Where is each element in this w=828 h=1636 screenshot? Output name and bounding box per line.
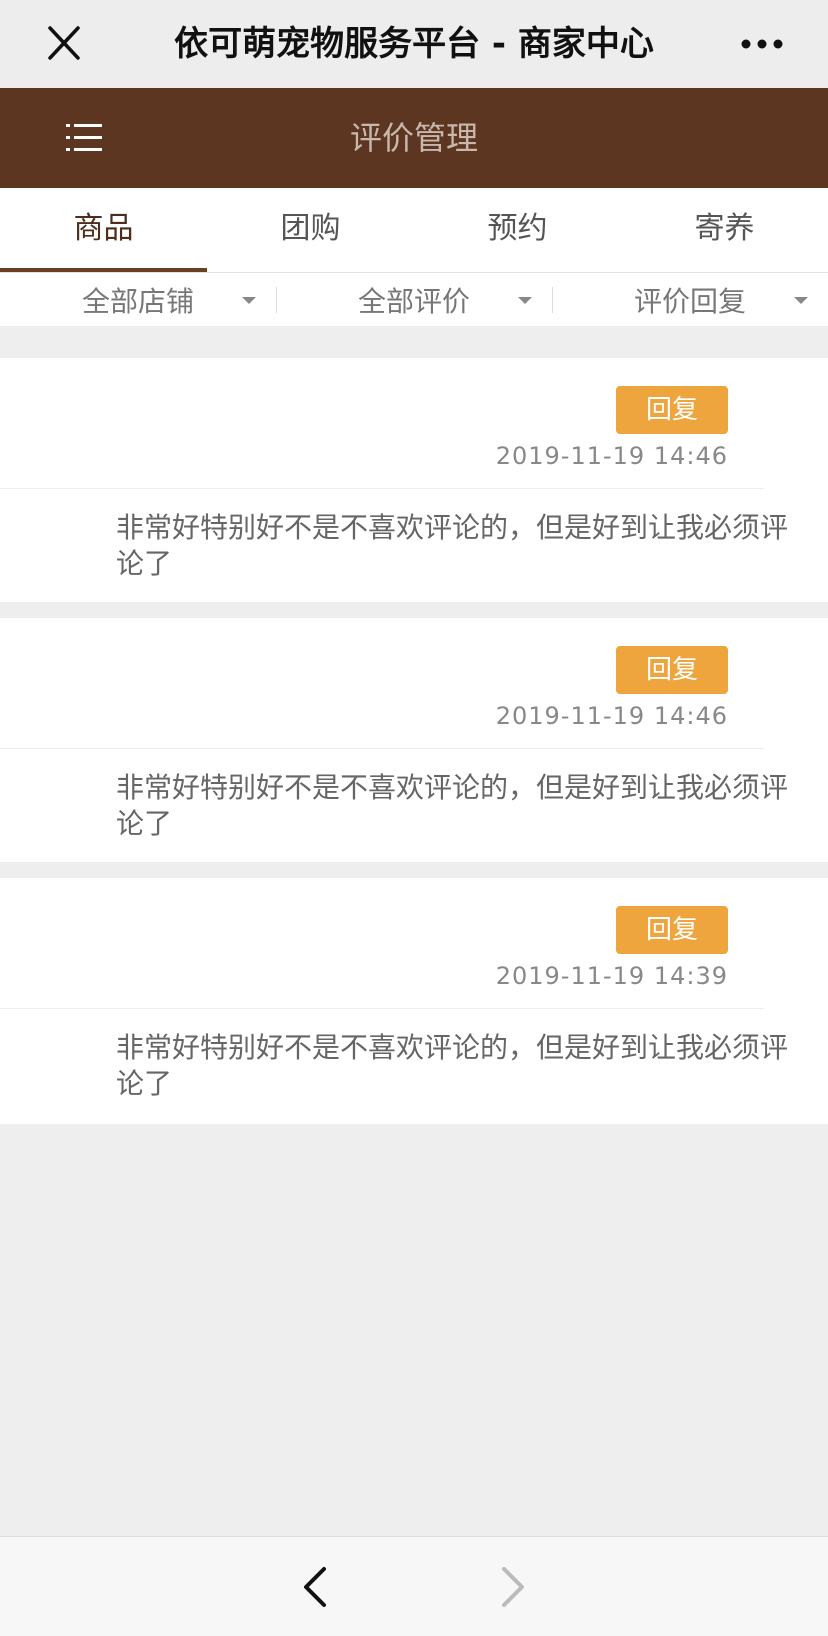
review-comment: 非常好特别好不是不喜欢评论的，但是好到让我必须评论了 xyxy=(116,511,789,580)
review-comment: 非常好特别好不是不喜欢评论的，但是好到让我必须评论了 xyxy=(116,771,789,840)
reply-button[interactable]: 回复 xyxy=(616,646,728,694)
review-card: 回复 2019-11-19 14:46 非常好特别好不是不喜欢评论的，但是好到让… xyxy=(0,618,828,862)
category-tabs: 商品 团购 预约 寄养 xyxy=(0,188,828,272)
tab-appointment[interactable]: 预约 xyxy=(414,188,621,272)
filter-reply[interactable]: 评价回复 xyxy=(552,273,828,326)
close-icon[interactable] xyxy=(40,24,88,64)
review-time: 2019-11-19 14:46 xyxy=(495,442,728,470)
review-card: 回复 2019-11-19 14:46 非常好特别好不是不喜欢评论的，但是好到让… xyxy=(0,358,828,602)
divider xyxy=(0,488,764,489)
bottom-nav xyxy=(0,1536,828,1636)
reply-button[interactable]: 回复 xyxy=(616,906,728,954)
more-icon[interactable] xyxy=(732,24,792,64)
tab-boarding[interactable]: 寄养 xyxy=(621,188,828,272)
divider xyxy=(0,748,764,749)
review-time: 2019-11-19 14:46 xyxy=(495,702,728,730)
wechat-title-bar: 依可萌宠物服务平台 - 商家中心 xyxy=(0,0,828,88)
reply-button[interactable]: 回复 xyxy=(616,386,728,434)
page-title: 评价管理 xyxy=(349,119,478,157)
chevron-left-icon[interactable] xyxy=(296,1565,336,1609)
review-time: 2019-11-19 14:39 xyxy=(495,962,728,990)
filter-rating[interactable]: 全部评价 xyxy=(276,273,552,326)
chevron-right-icon[interactable] xyxy=(492,1565,532,1609)
wechat-title: 依可萌宠物服务平台 - 商家中心 xyxy=(174,24,654,64)
review-card: 回复 2019-11-19 14:39 非常好特别好不是不喜欢评论的，但是好到让… xyxy=(0,878,828,1124)
divider xyxy=(0,1008,764,1009)
caret-down-icon xyxy=(794,297,808,304)
filter-bar: 全部店铺 全部评价 评价回复 xyxy=(0,272,828,326)
filter-store[interactable]: 全部店铺 xyxy=(0,273,276,326)
caret-down-icon xyxy=(242,297,256,304)
review-list: 回复 2019-11-19 14:46 非常好特别好不是不喜欢评论的，但是好到让… xyxy=(0,358,828,1140)
filter-store-label: 全部店铺 xyxy=(81,284,194,318)
tab-group-buy[interactable]: 团购 xyxy=(207,188,414,272)
filter-rating-label: 全部评价 xyxy=(357,284,470,318)
filter-reply-label: 评价回复 xyxy=(633,284,746,318)
app-header: 评价管理 xyxy=(0,88,828,188)
caret-down-icon xyxy=(518,297,532,304)
review-comment: 非常好特别好不是不喜欢评论的，但是好到让我必须评论了 xyxy=(116,1031,789,1100)
tab-goods[interactable]: 商品 xyxy=(0,188,207,272)
